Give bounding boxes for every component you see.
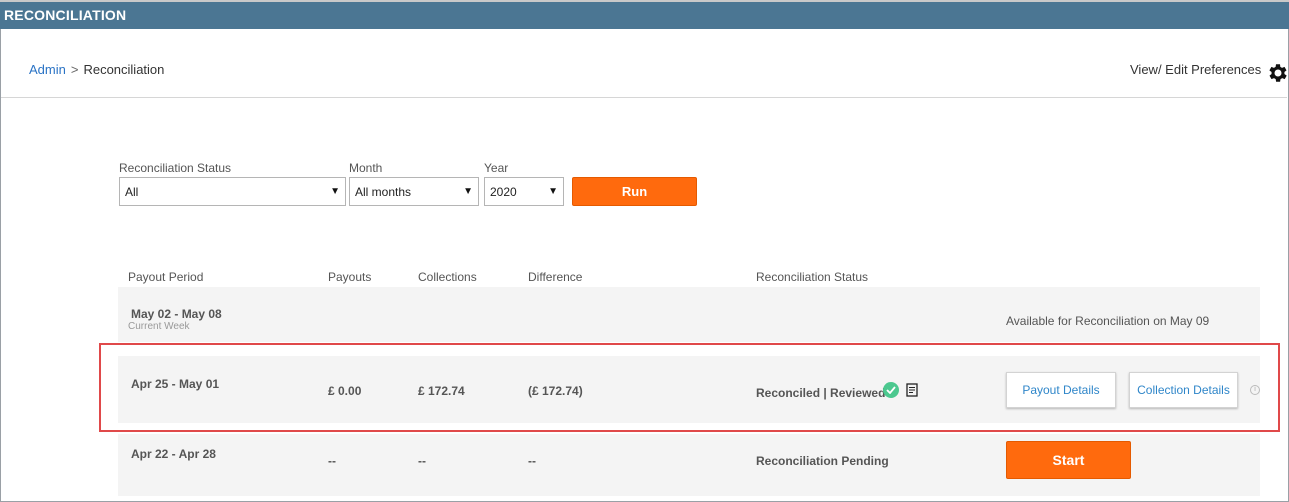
breadcrumb-separator: > [70,62,79,77]
column-header-payout-period: Payout Period [128,270,204,284]
year-select[interactable]: 2020 ▼ [484,177,564,206]
run-button[interactable]: Run [572,177,697,206]
row-difference-value: -- [528,454,536,468]
status-select[interactable]: All ▼ [119,177,346,206]
row-payout-period: May 02 - May 08 [131,307,222,321]
breadcrumb-admin-link[interactable]: Admin [29,62,66,77]
month-filter-label: Month [349,161,383,175]
breadcrumb-current: Reconciliation [83,62,165,77]
gear-icon[interactable] [1266,61,1289,85]
app-title: RECONCILIATION [4,7,127,23]
row-collections-value: -- [418,454,426,468]
breadcrumb: Admin > Reconciliation [29,62,164,77]
caret-down-icon: ▼ [463,186,473,197]
column-header-collections: Collections [418,270,477,284]
start-button[interactable]: Start [1006,441,1131,479]
row-payouts-value: -- [328,454,336,468]
column-header-payouts: Payouts [328,270,372,284]
year-select-value: 2020 [490,185,517,199]
row-payout-period: Apr 22 - Apr 28 [131,447,216,461]
month-select-value: All months [355,185,412,199]
view-edit-preferences-link[interactable]: View/ Edit Preferences [1130,62,1261,77]
year-filter-label: Year [484,161,509,175]
highlight-box [99,343,1280,432]
column-header-difference: Difference [528,270,583,284]
row-reconciliation-status: Reconciliation Pending [756,454,889,468]
status-filter-label: Reconciliation Status [119,161,232,175]
caret-down-icon: ▼ [330,186,340,197]
row-availability-text: Available for Reconciliation on May 09 [1006,314,1210,328]
status-select-value: All [125,185,139,199]
caret-down-icon: ▼ [548,186,558,197]
header-divider [1,97,1287,98]
row-period-subtitle: Current Week [128,321,190,332]
column-header-reconciliation-status: Reconciliation Status [756,270,869,284]
month-select[interactable]: All months ▼ [349,177,479,206]
app-header: RECONCILIATION [0,0,1289,29]
